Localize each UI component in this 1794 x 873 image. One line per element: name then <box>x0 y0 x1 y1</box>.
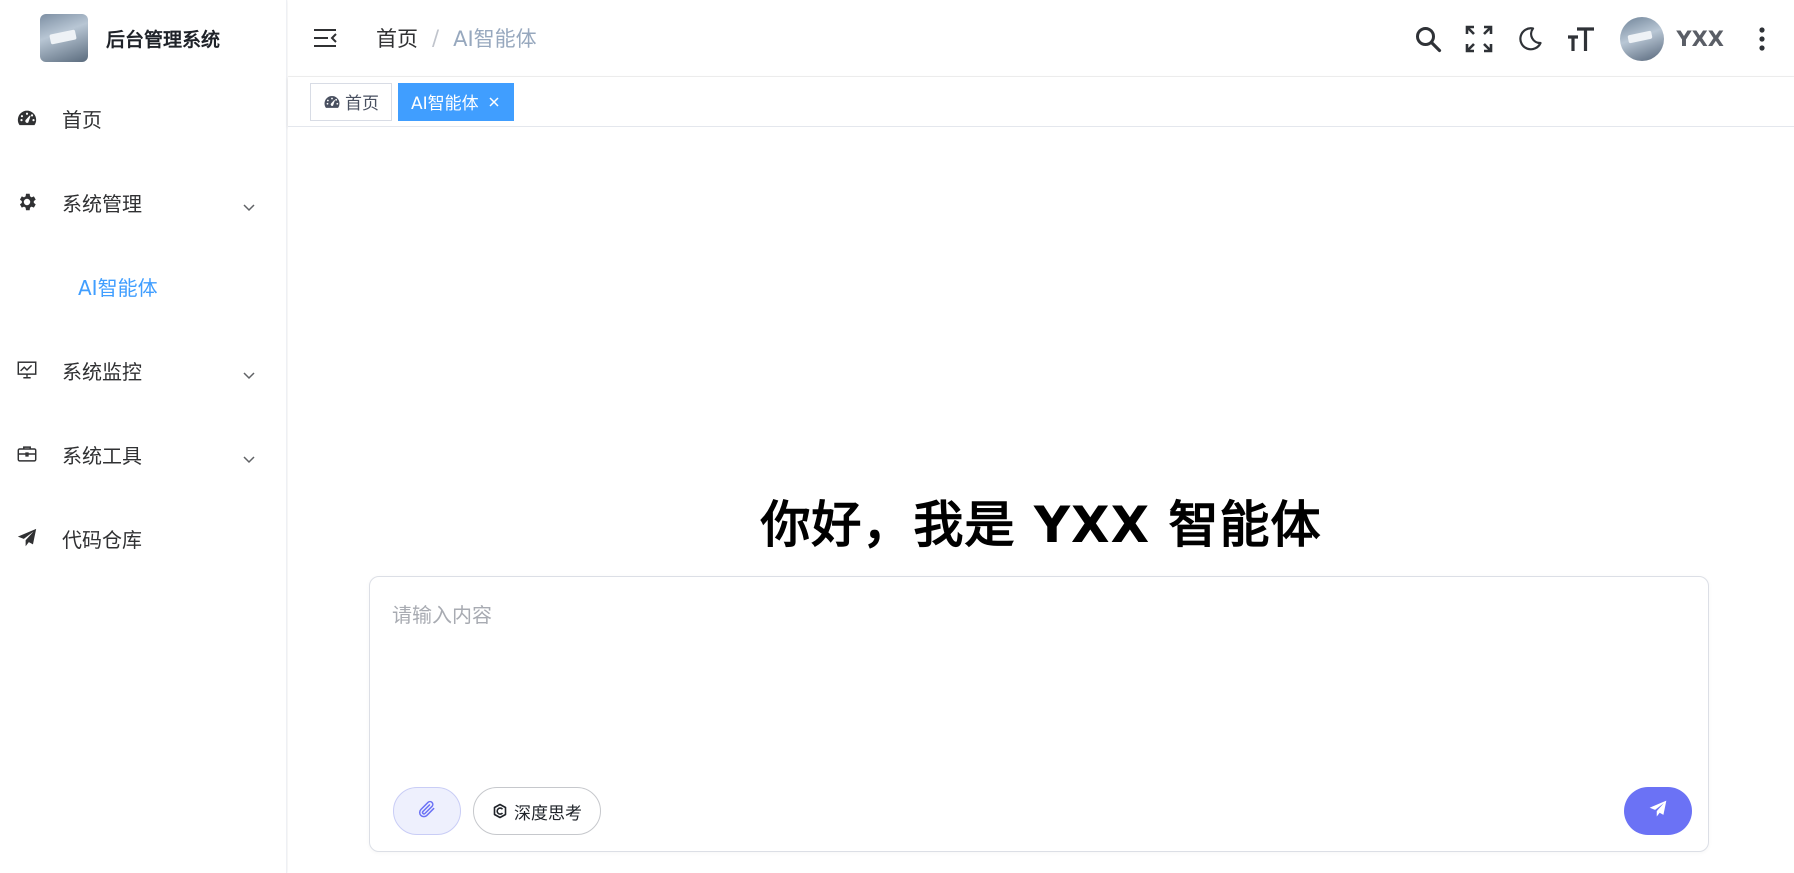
sidebar-item-ai-agent[interactable]: AI智能体 <box>0 244 286 328</box>
breadcrumb: 首页 / AI智能体 <box>376 23 537 53</box>
sidebar-menu: 首页 系统管理 AI智能体 系统监控 系统工具 代码仓库 <box>0 76 286 580</box>
tab-ai-agent[interactable]: AI智能体 <box>398 82 514 121</box>
font-size-icon[interactable] <box>1566 24 1596 54</box>
tab-home[interactable]: 首页 <box>310 82 392 121</box>
sidebar-toggle-icon[interactable] <box>312 25 338 51</box>
chevron-down-icon <box>242 363 256 380</box>
dashboard-icon <box>16 107 38 129</box>
gear-icon <box>16 191 38 213</box>
fullscreen-icon[interactable] <box>1464 24 1494 54</box>
chevron-down-icon <box>242 195 256 212</box>
sidebar-item-label: 首页 <box>62 107 102 132</box>
send-button[interactable] <box>1624 787 1692 835</box>
main-content: 你好，我是 YXX 智能体 深度思考 <box>288 127 1794 873</box>
sidebar-item-system-management[interactable]: 系统管理 <box>0 160 286 244</box>
tab-label: 首页 <box>345 94 379 114</box>
breadcrumb-current: AI智能体 <box>453 27 537 51</box>
brand-title: 后台管理系统 <box>106 28 221 51</box>
tab-label: AI智能体 <box>411 94 479 114</box>
deep-think-label: 深度思考 <box>514 803 582 824</box>
sidebar-item-home[interactable]: 首页 <box>0 76 286 160</box>
dashboard-icon <box>323 93 341 111</box>
cube-icon <box>492 803 508 819</box>
sidebar-item-system-monitor[interactable]: 系统监控 <box>0 328 286 412</box>
chat-input[interactable] <box>392 599 1682 749</box>
sidebar-item-code-repo[interactable]: 代码仓库 <box>0 496 286 580</box>
top-navbar: 首页 / AI智能体 YXX <box>288 0 1794 77</box>
tags-view: 首页 AI智能体 <box>288 77 1794 127</box>
paperclip-icon <box>417 799 437 823</box>
send-icon <box>1648 799 1668 823</box>
sidebar-item-label: AI智能体 <box>78 275 158 300</box>
deep-think-button[interactable]: 深度思考 <box>473 787 601 835</box>
sidebar: 后台管理系统 首页 系统管理 AI智能体 系统监控 系统工具 代码仓库 <box>0 0 287 873</box>
dark-mode-icon[interactable] <box>1515 24 1545 54</box>
close-icon[interactable] <box>487 95 501 109</box>
attach-button[interactable] <box>393 787 461 835</box>
header-actions: YXX <box>1413 0 1794 77</box>
greeting-title: 你好，我是 YXX 智能体 <box>760 496 1322 554</box>
breadcrumb-home[interactable]: 首页 <box>376 23 418 53</box>
sidebar-item-system-tools[interactable]: 系统工具 <box>0 412 286 496</box>
avatar[interactable] <box>1620 16 1665 61</box>
toolbox-icon <box>16 443 38 465</box>
chat-composer: 深度思考 <box>369 576 1709 852</box>
brand[interactable]: 后台管理系统 <box>0 0 286 76</box>
brand-logo <box>40 14 88 62</box>
search-icon[interactable] <box>1413 24 1443 54</box>
sidebar-item-label: 系统管理 <box>62 191 142 216</box>
sidebar-item-label: 代码仓库 <box>62 527 142 552</box>
monitor-icon <box>16 359 38 381</box>
sidebar-item-label: 系统工具 <box>62 443 142 468</box>
username[interactable]: YXX <box>1676 27 1724 51</box>
paper-plane-icon <box>16 527 38 549</box>
breadcrumb-separator: / <box>432 26 440 50</box>
app-root: 后台管理系统 首页 系统管理 AI智能体 系统监控 系统工具 代码仓库 首页 /… <box>0 0 1794 873</box>
more-vertical-icon[interactable] <box>1750 24 1774 54</box>
sidebar-item-label: 系统监控 <box>62 359 142 384</box>
chevron-down-icon <box>242 447 256 464</box>
